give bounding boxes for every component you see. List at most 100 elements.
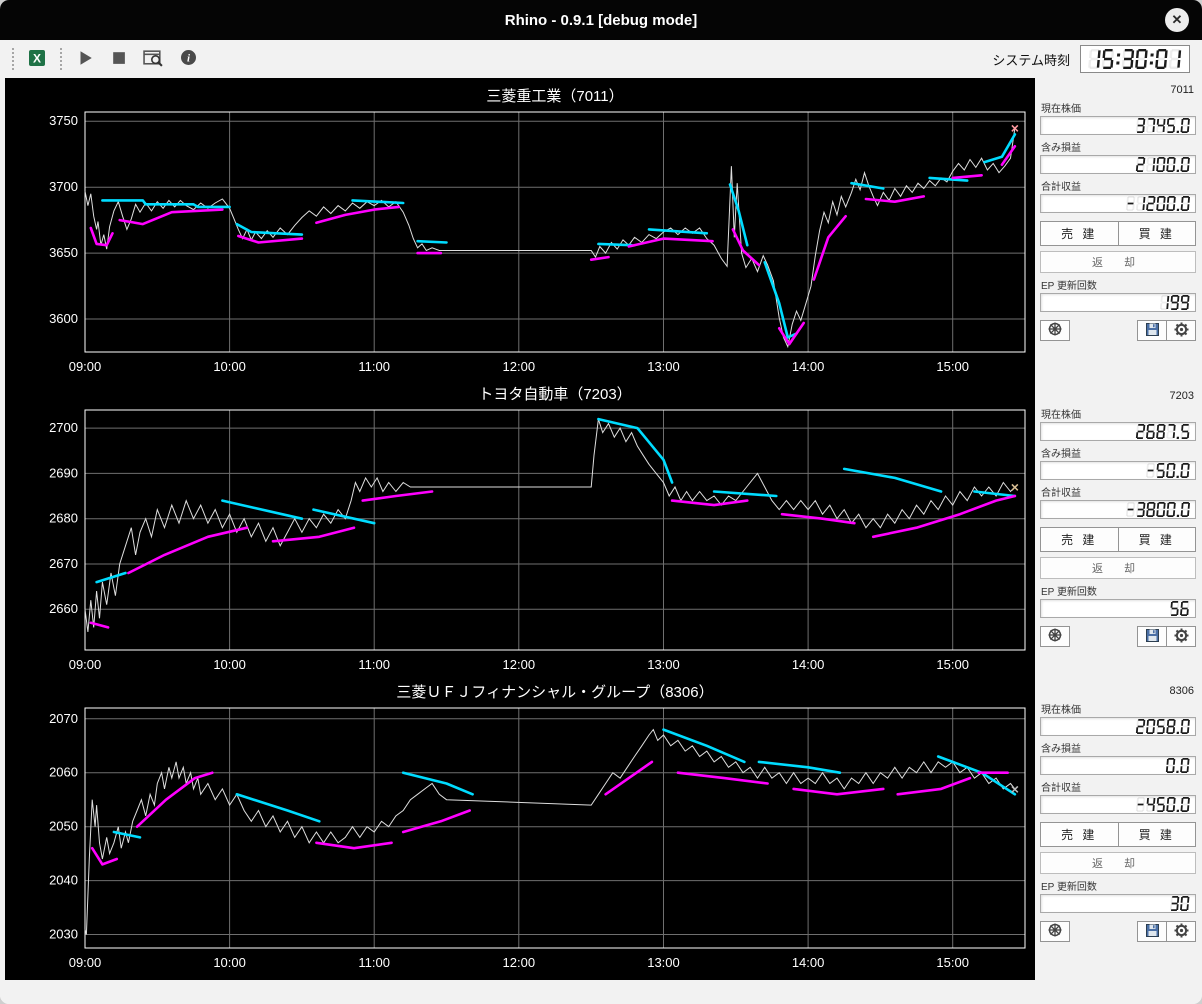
- chart-block-7011: 三菱重工業（7011） 3750 3700 3650 3600 09:00 10:00 11…: [5, 80, 1035, 378]
- unrealized-pl-display: [1040, 461, 1196, 480]
- trade-buttons: 売 建 買 建: [1040, 822, 1196, 847]
- chart-title: トヨタ自動車（7203）: [478, 386, 632, 403]
- unrealized-pl-display: [1040, 155, 1196, 174]
- unrealized-pl-display: [1040, 756, 1196, 775]
- toolbar-grip-handle[interactable]: [12, 48, 14, 70]
- save-button[interactable]: [1137, 320, 1167, 341]
- sell-open-button[interactable]: 売 建: [1040, 527, 1119, 552]
- svg-text:3650: 3650: [49, 245, 78, 260]
- price-chart-7011: 3750 3700 3650 3600 09:00 10:00 11:00 12:00 13:0…: [49, 111, 1026, 374]
- wheel-button[interactable]: [1040, 320, 1070, 341]
- settings-button[interactable]: [1166, 626, 1196, 647]
- stop-button[interactable]: [108, 47, 129, 71]
- app-window: Rhino - 0.9.1 [debug mode] ✕ X i システム時刻: [0, 0, 1202, 1004]
- svg-text:15:00: 15:00: [936, 955, 969, 970]
- ep-update-count-label: EP 更新回数: [1041, 587, 1097, 598]
- svg-text:11:00: 11:00: [358, 955, 390, 970]
- wheel-icon: [1047, 627, 1063, 646]
- total-profit-display: [1040, 194, 1196, 213]
- info-icon: i: [180, 49, 197, 69]
- svg-text:09:00: 09:00: [69, 359, 102, 374]
- system-clock-value: [1087, 49, 1183, 69]
- toolbar: X i システム時刻: [0, 40, 1202, 78]
- stock-panel-7011: 7011 現在株価 含み損益 合計収益 売 建 買 建 返 却 EP 更新回数: [1040, 84, 1196, 341]
- svg-text:14:00: 14:00: [792, 657, 825, 672]
- unrealized-pl-value: [1145, 463, 1191, 478]
- current-price-label: 現在株価: [1041, 104, 1081, 115]
- gear-icon: [1174, 322, 1189, 340]
- svg-text:2690: 2690: [49, 465, 78, 480]
- ep-update-count-value: [1169, 601, 1191, 616]
- unrealized-pl-value: [1165, 758, 1191, 773]
- wheel-button[interactable]: [1040, 921, 1070, 942]
- gear-icon: [1174, 923, 1189, 941]
- ep-update-count-value: [1159, 295, 1191, 310]
- titlebar[interactable]: Rhino - 0.9.1 [debug mode] ✕: [0, 0, 1202, 40]
- close-button[interactable]: ✕: [1165, 8, 1189, 32]
- chart-block-7203: トヨタ自動車（7203） 2700 2690 2680 2670 2660 09:00 10…: [5, 378, 1035, 676]
- ep-update-count-display: [1040, 599, 1196, 618]
- svg-text:3700: 3700: [49, 179, 78, 194]
- sell-open-button[interactable]: 売 建: [1040, 221, 1119, 246]
- save-button[interactable]: [1137, 626, 1167, 647]
- svg-text:14:00: 14:00: [792, 955, 825, 970]
- total-profit-value: [1135, 797, 1191, 812]
- save-button[interactable]: [1137, 921, 1167, 942]
- svg-text:12:00: 12:00: [503, 955, 536, 970]
- price-chart-7203: 2700 2690 2680 2670 2660 09:00 10:00 11:00 12:00…: [49, 409, 1026, 672]
- svg-text:13:00: 13:00: [647, 359, 680, 374]
- floppy-icon: [1145, 628, 1160, 646]
- total-profit-display: [1040, 500, 1196, 519]
- sell-open-button[interactable]: 売 建: [1040, 822, 1119, 847]
- info-button[interactable]: i: [178, 47, 199, 71]
- settings-button[interactable]: [1166, 921, 1196, 942]
- svg-text:2070: 2070: [49, 711, 78, 726]
- svg-text:13:00: 13:00: [647, 657, 680, 672]
- panel-tool-row: [1040, 320, 1196, 341]
- buy-open-button[interactable]: 買 建: [1118, 527, 1196, 552]
- return-position-button[interactable]: 返 却: [1040, 557, 1196, 579]
- svg-text:2030: 2030: [49, 927, 78, 942]
- buy-open-button[interactable]: 買 建: [1118, 221, 1196, 246]
- chart-title: 三菱ＵＦＪフィナンシャル・グループ（8306）: [396, 684, 714, 701]
- wheel-button[interactable]: [1040, 626, 1070, 647]
- trade-buttons: 売 建 買 建: [1040, 527, 1196, 552]
- ep-update-count-label: EP 更新回数: [1041, 882, 1097, 893]
- svg-text:X: X: [33, 51, 41, 65]
- total-profit-display: [1040, 795, 1196, 814]
- play-icon: [76, 49, 94, 70]
- wheel-icon: [1047, 922, 1063, 941]
- charts-area: 三菱重工業（7011） 3750 3700 3650 3600 09:00 10:00 11…: [5, 78, 1035, 980]
- svg-text:2040: 2040: [49, 873, 78, 888]
- window-title: Rhino - 0.9.1 [debug mode]: [504, 11, 698, 29]
- svg-text:15:00: 15:00: [936, 359, 969, 374]
- total-profit-value: [1125, 196, 1191, 211]
- svg-text:10:00: 10:00: [213, 359, 246, 374]
- buy-open-button[interactable]: 買 建: [1118, 822, 1196, 847]
- ep-update-count-display: [1040, 894, 1196, 913]
- system-clock-display: [1080, 45, 1190, 73]
- current-price-value: [1135, 424, 1191, 439]
- floppy-icon: [1145, 923, 1160, 941]
- return-position-button[interactable]: 返 却: [1040, 852, 1196, 874]
- wheel-icon: [1047, 321, 1063, 340]
- sidebar: 7011 現在株価 含み損益 合計収益 売 建 買 建 返 却 EP 更新回数: [1035, 78, 1202, 980]
- stock-code: 7011: [1170, 84, 1194, 96]
- toolbar-grip-handle[interactable]: [60, 48, 62, 70]
- svg-text:2670: 2670: [49, 556, 78, 571]
- excel-export-button[interactable]: X: [26, 47, 48, 72]
- svg-text:×: ×: [1011, 479, 1019, 495]
- ep-update-count-display: [1040, 293, 1196, 312]
- svg-text:13:00: 13:00: [647, 955, 680, 970]
- current-price-value: [1135, 118, 1191, 133]
- main-area: 三菱重工業（7011） 3750 3700 3650 3600 09:00 10:00 11…: [0, 78, 1202, 980]
- floppy-icon: [1145, 322, 1160, 340]
- current-price-display: [1040, 422, 1196, 441]
- ep-update-count-value: [1169, 896, 1191, 911]
- bottom-strip: [0, 980, 1202, 1004]
- play-button[interactable]: [74, 47, 96, 72]
- window-search-button[interactable]: [141, 47, 166, 72]
- settings-button[interactable]: [1166, 320, 1196, 341]
- trade-buttons: 売 建 買 建: [1040, 221, 1196, 246]
- return-position-button[interactable]: 返 却: [1040, 251, 1196, 273]
